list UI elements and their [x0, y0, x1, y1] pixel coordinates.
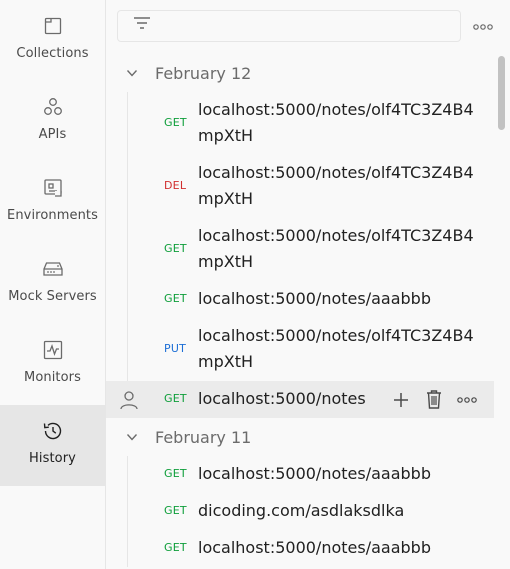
chevron-down-icon [126, 70, 138, 77]
method-badge: GET [164, 541, 187, 554]
sidebar-item-label: History [29, 451, 76, 466]
method-badge: GET [164, 467, 187, 480]
more-options-button[interactable] [471, 14, 495, 38]
history-group-header[interactable]: February 12 [106, 56, 494, 90]
history-request-row[interactable]: GET localhost:5000/notes/olf4TC3Z4B4mpXt… [106, 218, 494, 281]
sidebar-item-environments[interactable]: Environments [0, 162, 105, 243]
row-more-button[interactable] [456, 389, 478, 411]
history-group-header[interactable]: February 11 [106, 420, 494, 454]
request-url: localhost:5000/notes/olf4TC3Z4B4mpXtH [198, 226, 474, 271]
sidebar-item-mock-servers[interactable]: Mock Servers [0, 243, 105, 324]
sidebar-item-label: Monitors [24, 370, 81, 385]
monitors-icon [41, 338, 65, 362]
history-request-row[interactable]: GET localhost:5000/notes [106, 381, 494, 418]
request-url: localhost:5000/notes/aaabbb [198, 289, 431, 308]
user-icon [120, 391, 138, 410]
history-request-row[interactable]: GET localhost:5000/notes/aaabbb [106, 456, 494, 493]
request-url: localhost:5000/notes/olf4TC3Z4B4mpXtH [198, 163, 474, 208]
sidebar-item-label: APIs [38, 127, 67, 142]
method-badge: GET [164, 116, 187, 129]
sidebar: Collections APIs Environments Mock Serve… [0, 0, 106, 569]
method-badge: GET [164, 242, 187, 255]
method-badge: GET [164, 292, 187, 305]
environments-icon [41, 176, 65, 200]
request-url: localhost:5000/notes/olf4TC3Z4B4mpXtH [198, 100, 474, 145]
apis-icon [41, 95, 65, 119]
history-request-row[interactable]: GET localhost:5000/notes/aaabbb [106, 281, 494, 318]
more-icon [473, 17, 493, 35]
sidebar-item-apis[interactable]: APIs [0, 81, 105, 162]
scrollbar[interactable] [498, 56, 505, 130]
plus-icon [394, 393, 408, 407]
chevron-down-icon [126, 434, 138, 441]
sidebar-item-history[interactable]: History [0, 405, 105, 486]
history-panel: February 12 GET localhost:5000/notes/olf… [106, 0, 510, 569]
mock-servers-icon [41, 257, 65, 281]
history-request-row[interactable]: GET localhost:5000/notes/aaabbb [106, 530, 494, 567]
method-badge: GET [164, 504, 187, 517]
history-request-row[interactable]: GET localhost:5000/notes/olf4TC3Z4B4mpXt… [106, 92, 494, 155]
request-url: dicoding.com/asdlaksdlka [198, 501, 405, 520]
delete-button[interactable] [423, 388, 445, 410]
search-input[interactable] [117, 10, 461, 42]
history-group-title: February 12 [155, 63, 252, 83]
trash-icon [427, 390, 441, 409]
request-url: localhost:5000/notes/aaabbb [198, 538, 431, 557]
more-icon [457, 397, 477, 403]
history-icon [41, 419, 65, 443]
history-group-title: February 11 [155, 427, 252, 447]
request-url: localhost:5000/notes/aaabbb [198, 464, 431, 483]
sidebar-item-monitors[interactable]: Monitors [0, 324, 105, 405]
method-badge: GET [164, 392, 187, 405]
sidebar-item-collections[interactable]: Collections [0, 0, 105, 81]
method-badge: DEL [164, 179, 187, 192]
filter-icon[interactable] [132, 15, 152, 38]
method-badge: PUT [164, 342, 187, 355]
history-request-row[interactable]: GET dicoding.com/asdlaksdlka [106, 493, 494, 530]
history-request-row[interactable]: PUT localhost:5000/notes/olf4TC3Z4B4mpXt… [106, 318, 494, 381]
sidebar-item-label: Collections [16, 46, 89, 61]
add-to-collection-button[interactable] [390, 389, 412, 411]
sidebar-item-label: Mock Servers [8, 289, 97, 304]
history-request-row[interactable]: DEL localhost:5000/notes/olf4TC3Z4B4mpXt… [106, 155, 494, 218]
sidebar-item-label: Environments [7, 208, 98, 223]
request-url: localhost:5000/notes/olf4TC3Z4B4mpXtH [198, 326, 474, 371]
collections-icon [41, 14, 65, 38]
